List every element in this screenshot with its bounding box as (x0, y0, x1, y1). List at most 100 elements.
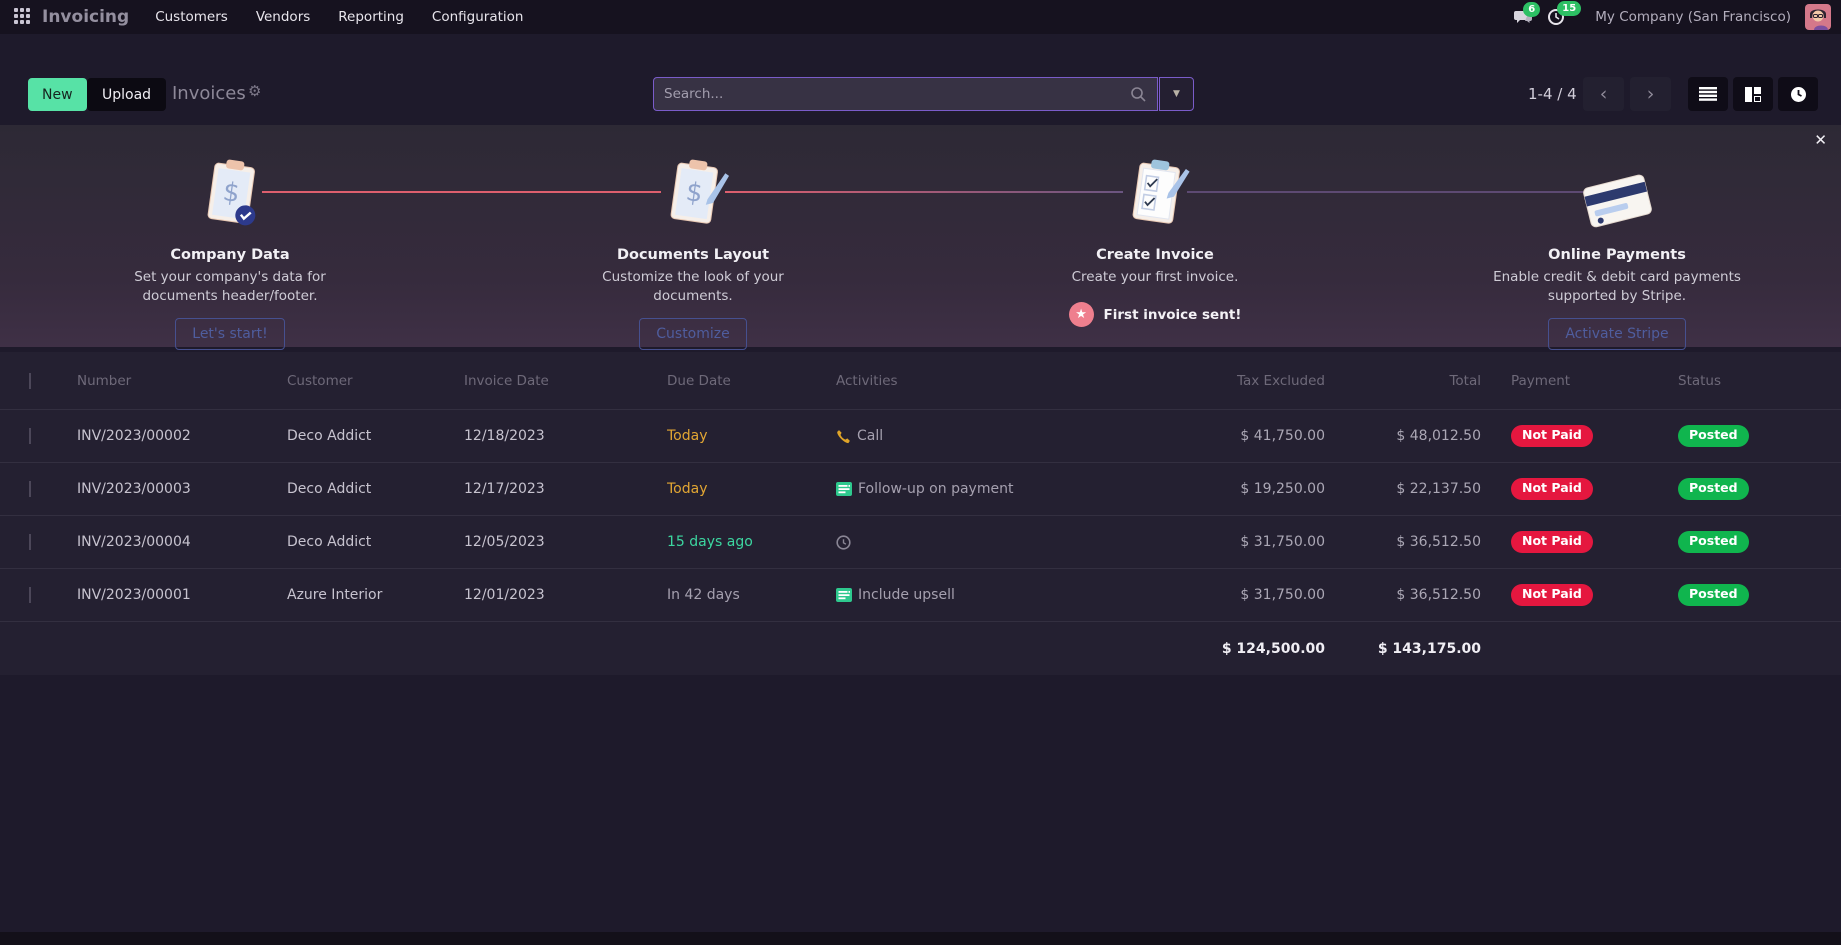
search-icon (1130, 86, 1147, 103)
bottom-bar (0, 932, 1841, 945)
select-all-checkbox[interactable] (29, 372, 31, 389)
menu-customers[interactable]: Customers (155, 9, 228, 25)
invoice-customer: Deco Addict (287, 534, 372, 550)
top-navbar: Invoicing Customers Vendors Reporting Co… (0, 0, 1841, 34)
table-row[interactable]: INV/2023/00004 Deco Addict 12/05/2023 15… (0, 515, 1841, 568)
app-name[interactable]: Invoicing (42, 7, 129, 27)
list-view-icon (1699, 87, 1717, 101)
activity-cell[interactable]: Call (836, 428, 1152, 444)
row-checkbox[interactable] (29, 428, 31, 444)
activity-label: Call (857, 428, 884, 444)
table-row[interactable]: INV/2023/00002 Deco Addict 12/18/2023 To… (0, 409, 1841, 462)
lets-start-button[interactable]: Let's start! (175, 317, 285, 350)
main-menu: Customers Vendors Reporting Configuratio… (155, 9, 523, 25)
invoice-number: INV/2023/00003 (77, 481, 191, 497)
step-done-label: First invoice sent! (1103, 306, 1242, 323)
kanban-view-button[interactable] (1733, 77, 1773, 111)
row-checkbox[interactable] (29, 481, 31, 497)
list-activity-icon (836, 588, 852, 602)
invoice-customer: Deco Addict (287, 428, 372, 444)
messages-button[interactable]: 6 (1513, 2, 1541, 25)
upload-button[interactable]: Upload (87, 78, 167, 111)
search-input[interactable] (664, 86, 1130, 102)
menu-reporting[interactable]: Reporting (338, 9, 404, 25)
step-description: Set your company's data for documents he… (134, 269, 326, 304)
invoice-due-date: In 42 days (667, 587, 740, 603)
activity-cell[interactable]: Follow-up on payment (836, 481, 1152, 497)
step-title: Documents Layout (616, 247, 770, 263)
search-options-button[interactable]: ▼ (1159, 77, 1194, 111)
close-icon: ✕ (1814, 131, 1827, 149)
status-badge: Posted (1678, 531, 1749, 553)
column-header-tax-excluded[interactable]: Tax Excluded (1152, 373, 1325, 389)
caret-down-icon: ▼ (1173, 89, 1180, 99)
column-header-total[interactable]: Total (1325, 373, 1481, 389)
gear-icon[interactable]: ⚙ (248, 82, 261, 100)
pager-range: 1-4 / 4 (1528, 85, 1577, 103)
messages-badge: 6 (1523, 2, 1541, 17)
search-bar[interactable] (653, 77, 1158, 111)
total-tax-excluded: $ 124,500.00 (1221, 640, 1325, 657)
onboarding-banner: $ Company Data Set your company's data f… (0, 125, 1841, 350)
tax-excluded-amount: $ 31,750.00 (1240, 534, 1325, 550)
table-row[interactable]: INV/2023/00003 Deco Addict 12/17/2023 To… (0, 462, 1841, 515)
column-header-payment[interactable]: Payment (1481, 373, 1678, 389)
page-title: Invoices (172, 83, 246, 104)
onboarding-step-create-invoice: Create Invoice Create your first invoice… (975, 147, 1335, 333)
activate-stripe-button[interactable]: Activate Stripe (1548, 317, 1686, 350)
chevron-left-icon: ‹ (1599, 83, 1608, 105)
apps-grid-icon[interactable] (14, 8, 32, 26)
activity-cell[interactable] (836, 534, 1152, 550)
invoice-due-date: Today (667, 481, 708, 497)
total-amount: $ 36,512.50 (1396, 534, 1481, 550)
row-checkbox[interactable] (29, 534, 31, 550)
total-amount: $ 22,137.50 (1396, 481, 1481, 497)
invoice-number: INV/2023/00002 (77, 428, 191, 444)
onboarding-step-online-payments: Online Payments Enable credit & debit ca… (1437, 147, 1797, 352)
invoice-date: 12/01/2023 (464, 587, 545, 603)
row-checkbox[interactable] (29, 587, 31, 603)
tax-excluded-amount: $ 31,750.00 (1240, 587, 1325, 603)
column-header-invoice-date[interactable]: Invoice Date (464, 373, 667, 389)
list-activity-icon (836, 482, 852, 496)
company-switcher[interactable]: My Company (San Francisco) (1595, 9, 1791, 25)
payment-badge: Not Paid (1511, 478, 1593, 500)
new-button[interactable]: New (28, 78, 87, 111)
chevron-right-icon: › (1646, 83, 1655, 105)
step-description: Create your first invoice. (1071, 269, 1239, 285)
column-header-due-date[interactable]: Due Date (667, 373, 836, 389)
activity-cell[interactable]: Include upsell (836, 587, 1152, 603)
customize-button[interactable]: Customize (639, 317, 747, 350)
column-header-status[interactable]: Status (1678, 373, 1841, 389)
column-header-customer[interactable]: Customer (287, 373, 464, 389)
invoice-date: 12/05/2023 (464, 534, 545, 550)
onboarding-step-company-data: $ Company Data Set your company's data f… (50, 147, 410, 352)
invoice-customer: Deco Addict (287, 481, 372, 497)
step-description: Customize the look of your documents. (602, 269, 784, 304)
table-header-row: Number Customer Invoice Date Due Date Ac… (0, 352, 1841, 409)
activity-view-icon (1790, 86, 1807, 103)
column-header-number[interactable]: Number (77, 373, 287, 389)
invoice-date: 12/17/2023 (464, 481, 545, 497)
table-row[interactable]: INV/2023/00001 Azure Interior 12/01/2023… (0, 568, 1841, 621)
user-avatar[interactable] (1805, 4, 1831, 30)
invoice-number: INV/2023/00001 (77, 587, 191, 603)
column-header-activities[interactable]: Activities (836, 373, 1152, 389)
banner-close-button[interactable]: ✕ (1814, 131, 1827, 149)
menu-vendors[interactable]: Vendors (256, 9, 310, 25)
activities-button[interactable]: 15 (1547, 1, 1582, 26)
list-view-button[interactable] (1688, 77, 1728, 111)
menu-configuration[interactable]: Configuration (432, 9, 524, 25)
kanban-view-icon (1745, 86, 1761, 102)
control-panel: New Upload Invoices ⚙ ▼ 1-4 / 4 ‹ › (0, 34, 1841, 124)
invoice-date: 12/18/2023 (464, 428, 545, 444)
pager-previous-button[interactable]: ‹ (1583, 77, 1624, 111)
pager-next-button[interactable]: › (1630, 77, 1671, 111)
step-title: Create Invoice (1096, 247, 1214, 263)
total-amount: $ 48,012.50 (1396, 428, 1481, 444)
activity-view-button[interactable] (1778, 77, 1818, 111)
clipboard-checklist-icon (975, 147, 1335, 239)
tax-excluded-amount: $ 41,750.00 (1240, 428, 1325, 444)
status-badge: Posted (1678, 478, 1749, 500)
step-title: Online Payments (1548, 247, 1686, 263)
